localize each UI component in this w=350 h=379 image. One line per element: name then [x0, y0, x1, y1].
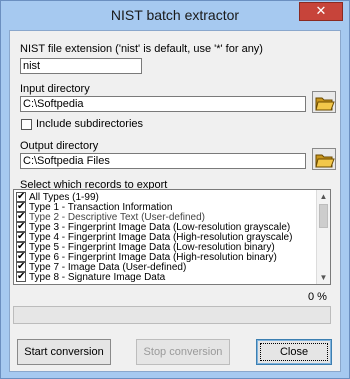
- progress-percent-text: 0 %: [308, 291, 327, 303]
- scrollbar-thumb[interactable]: [319, 204, 328, 228]
- app-window: NIST batch extractor ✕ NIST file extensi…: [0, 0, 350, 379]
- window-title: NIST batch extractor: [110, 7, 240, 23]
- input-directory-input[interactable]: C:\Softpedia: [20, 96, 306, 112]
- browse-output-button[interactable]: [312, 148, 336, 170]
- nist-extension-label: NIST file extension ('nist' is default, …: [20, 43, 263, 55]
- window-close-button[interactable]: ✕: [299, 2, 343, 21]
- open-folder-icon: [315, 154, 335, 168]
- open-folder-icon: [315, 97, 335, 111]
- stop-conversion-button[interactable]: Stop conversion: [136, 339, 230, 365]
- record-checkbox[interactable]: [16, 271, 26, 282]
- include-subdirectories-label: Include subdirectories: [36, 118, 144, 130]
- input-directory-label: Input directory: [20, 83, 90, 95]
- browse-input-button[interactable]: [312, 91, 336, 113]
- scroll-up-icon[interactable]: ▲: [317, 190, 330, 203]
- title-bar[interactable]: NIST batch extractor ✕: [1, 1, 349, 29]
- conversion-progress-bar: [13, 306, 331, 324]
- records-listbox[interactable]: All Types (1-99) Type 1 - Transaction In…: [13, 189, 331, 285]
- scroll-down-icon[interactable]: ▼: [317, 271, 330, 284]
- records-scrollbar[interactable]: ▲ ▼: [316, 190, 330, 284]
- output-directory-input[interactable]: C:\Softpedia Files: [20, 153, 306, 169]
- output-directory-label: Output directory: [20, 140, 99, 152]
- include-subdirectories-checkbox[interactable]: [21, 119, 32, 130]
- start-conversion-button[interactable]: Start conversion: [17, 339, 111, 365]
- nist-extension-input[interactable]: nist: [20, 58, 142, 74]
- close-button[interactable]: Close: [256, 339, 332, 365]
